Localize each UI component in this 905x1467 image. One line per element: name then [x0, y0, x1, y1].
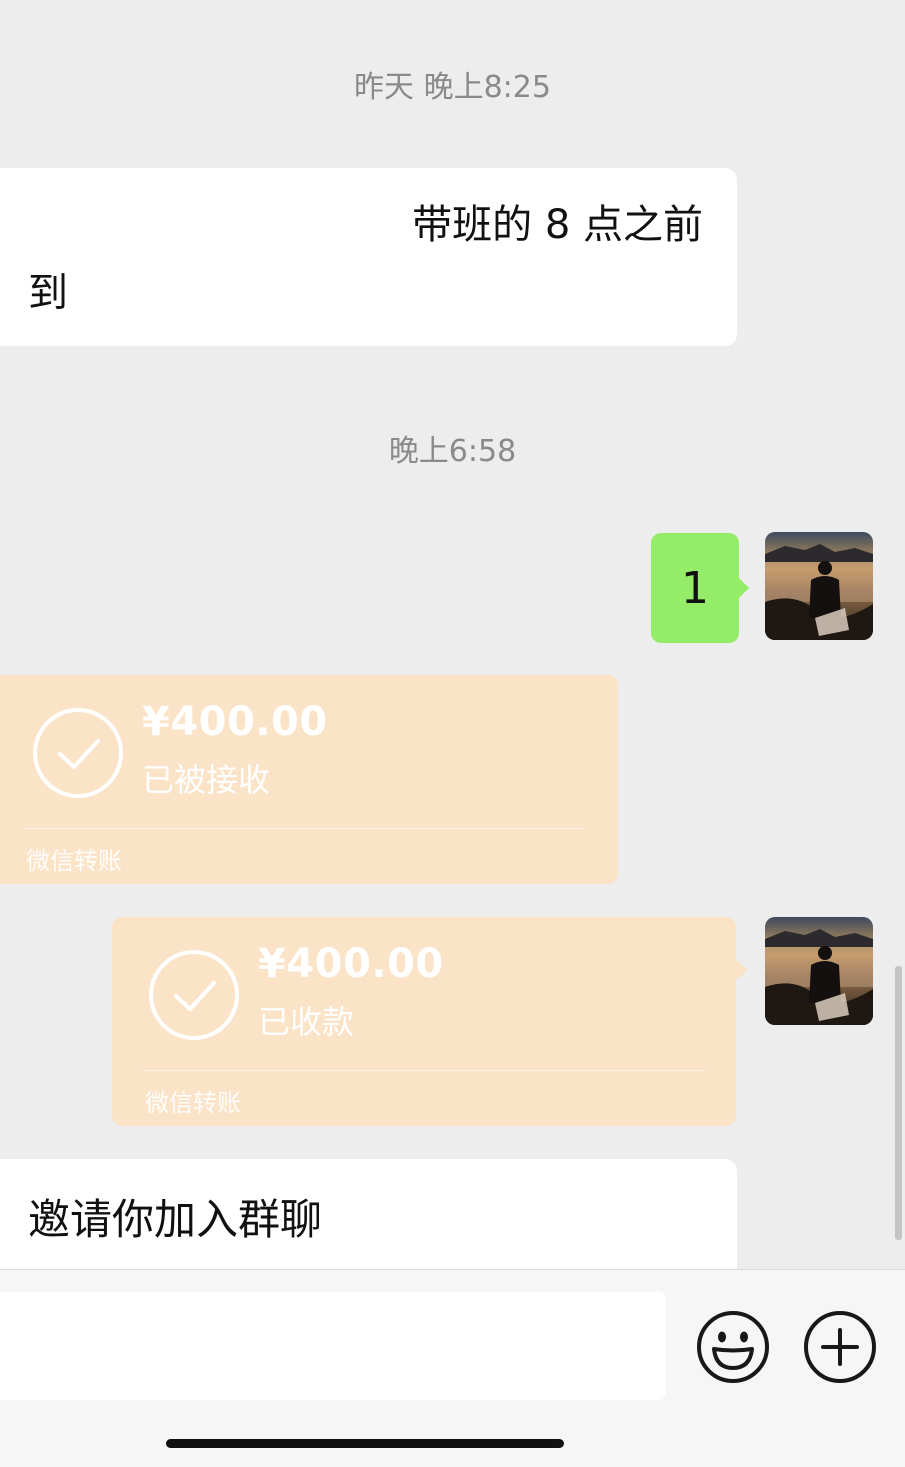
transfer-amount: ¥400.00 [258, 941, 444, 987]
transfer-status: 已收款 [258, 1003, 355, 1041]
message-text-line: 到 [28, 270, 68, 316]
check-circle-icon [33, 708, 123, 798]
transfer-card-received[interactable]: ¥400.00 已被接收 微信转账 [0, 675, 618, 884]
timestamp-today: 晚上6:58 [388, 434, 517, 469]
incoming-message-bubble[interactable]: 带班的 8 点之前 到 [0, 168, 737, 346]
outgoing-message-bubble[interactable]: 1 [651, 533, 739, 643]
transfer-status: 已被接收 [142, 761, 271, 799]
scrollbar[interactable] [895, 966, 902, 1240]
transfer-card-collected[interactable]: ¥400.00 已收款 微信转账 [112, 917, 736, 1126]
timestamp-yesterday: 昨天 晚上8:25 [354, 70, 551, 105]
check-circle-icon [149, 950, 239, 1040]
bubble-tail [736, 960, 748, 980]
avatar[interactable] [765, 532, 873, 640]
divider [142, 1070, 706, 1071]
smiley-face-icon[interactable] [696, 1310, 770, 1384]
plus-circle-icon[interactable] [803, 1310, 877, 1384]
transfer-amount: ¥400.00 [142, 699, 328, 745]
transfer-source-label: 微信转账 [145, 1089, 241, 1117]
message-input[interactable] [0, 1292, 666, 1400]
divider [24, 828, 584, 829]
bubble-tail [739, 578, 749, 598]
avatar[interactable] [765, 917, 873, 1025]
home-indicator [166, 1439, 564, 1448]
message-text: 1 [681, 562, 709, 614]
message-text-line: 带班的 8 点之前 [412, 202, 703, 248]
input-bar [0, 1269, 905, 1467]
transfer-source-label: 微信转账 [26, 847, 122, 875]
invite-title: 邀请你加入群聊 [28, 1195, 323, 1244]
